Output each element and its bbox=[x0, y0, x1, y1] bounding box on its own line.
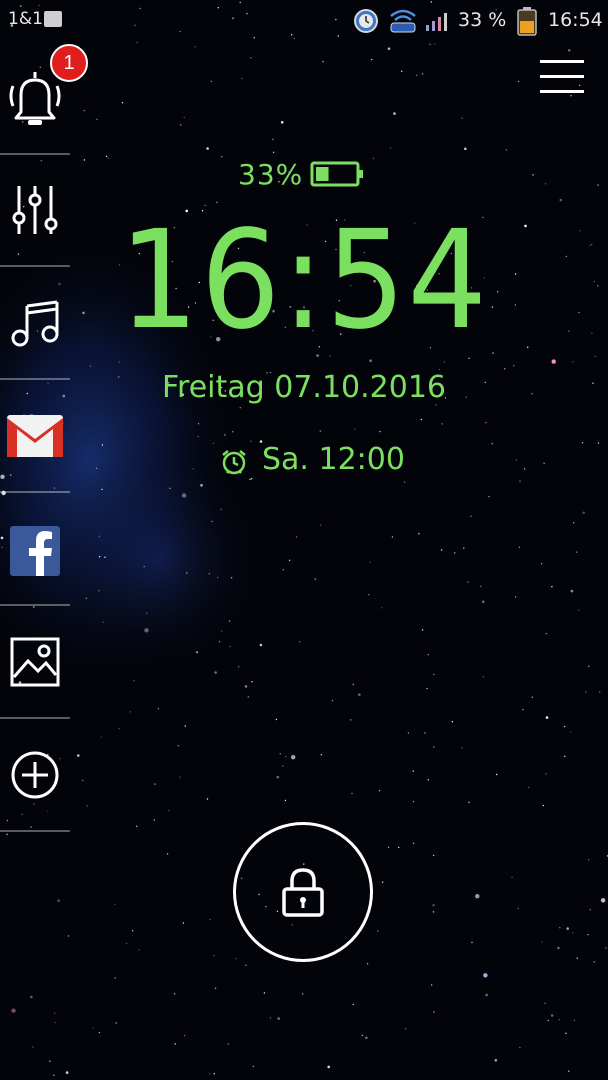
gallery-button[interactable] bbox=[0, 609, 70, 721]
lockscreen-clock: 16:54 bbox=[119, 202, 489, 360]
gallery-icon bbox=[10, 637, 60, 687]
notifications-button[interactable]: 1 bbox=[0, 44, 88, 160]
facebook-icon bbox=[10, 526, 60, 576]
sidebar-divider bbox=[0, 491, 70, 493]
battery-level-icon bbox=[310, 161, 363, 187]
battery-percent-text: 33% bbox=[238, 158, 304, 191]
battery-icon bbox=[517, 7, 537, 36]
sidebar-divider bbox=[0, 830, 70, 832]
alarm-clock-icon bbox=[354, 9, 378, 33]
unlock-button[interactable] bbox=[233, 822, 373, 962]
notification-badge: 1 bbox=[50, 44, 88, 82]
sidebar-divider bbox=[0, 604, 70, 606]
status-time: 16:54 bbox=[548, 9, 603, 31]
carrier-label: 1&1 bbox=[8, 9, 43, 29]
add-circle-icon bbox=[11, 751, 59, 799]
signal-icon bbox=[426, 13, 447, 31]
gmail-icon bbox=[7, 415, 63, 457]
alarm-time: Sa. 12:00 bbox=[262, 442, 405, 477]
wifi-icon bbox=[390, 9, 416, 33]
sidebar-divider bbox=[0, 153, 70, 155]
facebook-button[interactable] bbox=[0, 496, 70, 608]
bell-icon bbox=[9, 72, 61, 125]
menu-button[interactable] bbox=[540, 60, 586, 96]
padlock-icon bbox=[282, 868, 324, 917]
battery-percent-label: 33 % bbox=[458, 9, 507, 31]
add-shortcut-button[interactable] bbox=[0, 722, 70, 834]
status-bar: 1&1 33 % 16:54 bbox=[0, 0, 608, 42]
image-icon bbox=[44, 11, 62, 27]
sidebar-divider bbox=[0, 717, 70, 719]
lockscreen-date: Freitag 07.10.2016 bbox=[161, 370, 447, 405]
alarm-clock-icon bbox=[222, 450, 246, 475]
